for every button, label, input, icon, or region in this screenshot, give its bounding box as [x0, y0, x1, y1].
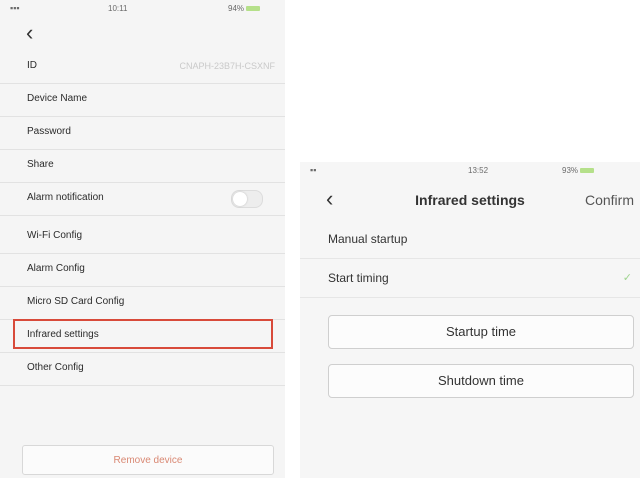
row-label: Micro SD Card Config: [27, 296, 125, 307]
row-device-name[interactable]: Device Name: [0, 83, 285, 117]
option-manual-startup[interactable]: Manual startup: [300, 220, 640, 259]
status-bar: ▪▪▪ 10:11 94%: [0, 0, 285, 18]
option-label: Manual startup: [328, 232, 408, 246]
row-sd-card-config[interactable]: Micro SD Card Config: [0, 286, 285, 320]
row-alarm-notification: Alarm notification: [0, 182, 285, 216]
infrared-settings-screen: ▪▪ 13:52 93% ‹ Infrared settings Confirm…: [300, 162, 640, 478]
alarm-notification-toggle[interactable]: [231, 190, 263, 208]
option-label: Start timing: [328, 271, 389, 285]
toggle-knob: [233, 192, 247, 206]
status-time: 13:52: [468, 166, 489, 175]
row-share[interactable]: Share: [0, 149, 285, 183]
row-label: Other Config: [27, 362, 84, 373]
row-label: Password: [27, 126, 71, 137]
battery-percent: 94%: [228, 4, 245, 13]
checkmark-icon: ✓: [622, 272, 632, 284]
row-label: Alarm Config: [27, 263, 85, 274]
battery-indicator: 93%: [562, 166, 595, 175]
signal-icon: ▪▪: [310, 165, 317, 175]
row-label: Wi-Fi Config: [27, 230, 83, 241]
signal-icon: ▪▪▪: [10, 3, 20, 13]
battery-indicator: 94%: [228, 4, 261, 13]
battery-percent: 93%: [562, 166, 579, 175]
status-time: 10:11: [108, 4, 128, 13]
back-chevron-icon[interactable]: ‹: [26, 22, 33, 44]
row-label: Alarm notification: [27, 192, 104, 203]
option-start-timing[interactable]: Start timing ✓: [300, 259, 640, 298]
row-label: ID: [27, 60, 37, 71]
row-wifi-config[interactable]: Wi-Fi Config: [0, 220, 285, 254]
row-label: Share: [27, 159, 54, 170]
row-other-config[interactable]: Other Config: [0, 352, 285, 386]
row-label: Device Name: [27, 93, 88, 104]
highlight-frame: [13, 319, 273, 349]
device-settings-screen: ▪▪▪ 10:11 94% ‹ ID CNAPH-23B7H-CSXNF Dev…: [0, 0, 285, 478]
device-id-value: CNAPH-23B7H-CSXNF: [179, 61, 275, 71]
row-alarm-config[interactable]: Alarm Config: [0, 253, 285, 287]
startup-time-button[interactable]: Startup time: [328, 315, 634, 349]
row-password[interactable]: Password: [0, 116, 285, 150]
confirm-button[interactable]: Confirm: [585, 192, 634, 208]
status-bar: ▪▪ 13:52 93%: [300, 162, 640, 180]
battery-icon: [580, 168, 595, 174]
shutdown-time-button[interactable]: Shutdown time: [328, 364, 634, 398]
row-id: ID CNAPH-23B7H-CSXNF: [0, 50, 285, 84]
remove-device-button[interactable]: Remove device: [22, 445, 274, 475]
battery-icon: [246, 6, 261, 12]
